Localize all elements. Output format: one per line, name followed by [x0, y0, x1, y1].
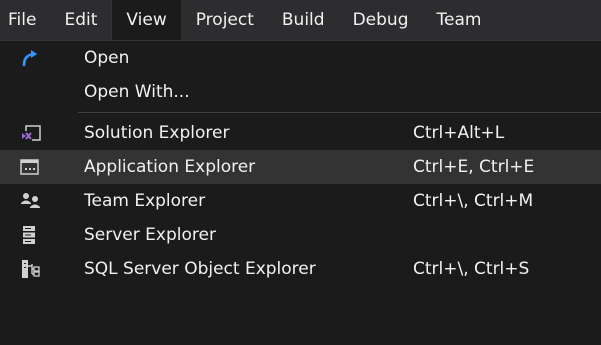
team-explorer-icon [20, 184, 60, 218]
menu-item-open[interactable]: Open [0, 41, 601, 75]
menu-project[interactable]: Project [182, 0, 268, 40]
menu-item-solution-explorer[interactable]: Solution Explorer Ctrl+Alt+L [0, 116, 601, 150]
menu-item-label: Team Explorer [84, 191, 206, 211]
menu-item-label: Open With... [84, 82, 190, 102]
menu-item-application-explorer[interactable]: Application Explorer Ctrl+E, Ctrl+E [0, 150, 601, 184]
menu-item-team-explorer[interactable]: Team Explorer Ctrl+\, Ctrl+M [0, 184, 601, 218]
menu-item-label: Solution Explorer [84, 123, 230, 143]
menu-debug[interactable]: Debug [339, 0, 423, 40]
menu-build[interactable]: Build [268, 0, 339, 40]
menu-bar: File Edit View Project Build Debug Team [0, 0, 601, 40]
menu-separator [78, 112, 601, 113]
menu-item-sql-server-object-explorer[interactable]: SQL Server Object Explorer Ctrl+\, Ctrl+… [0, 252, 601, 286]
server-explorer-icon [20, 218, 60, 252]
menu-item-label: Open [84, 48, 130, 68]
menu-item-server-explorer[interactable]: Server Explorer [0, 218, 601, 252]
menu-edit[interactable]: Edit [50, 0, 111, 40]
menu-item-label: SQL Server Object Explorer [84, 259, 316, 279]
menu-item-shortcut: Ctrl+\, Ctrl+S [413, 259, 530, 279]
menu-item-shortcut: Ctrl+\, Ctrl+M [413, 191, 534, 211]
menu-item-label: Server Explorer [84, 225, 216, 245]
menu-item-open-with[interactable]: Open With... [0, 75, 601, 109]
menu-team[interactable]: Team [422, 0, 495, 40]
menu-view[interactable]: View [111, 0, 182, 40]
menu-file[interactable]: File [0, 0, 50, 40]
sql-server-object-explorer-icon [20, 252, 60, 286]
view-menu-dropdown: Open Open With... Solution Explorer Ctrl… [0, 40, 601, 345]
menu-item-shortcut: Ctrl+Alt+L [413, 123, 505, 143]
application-explorer-icon [20, 150, 60, 184]
redo-arrow-icon [20, 41, 60, 75]
solution-explorer-icon [20, 116, 60, 150]
menu-item-shortcut: Ctrl+E, Ctrl+E [413, 157, 535, 177]
menu-item-label: Application Explorer [84, 157, 256, 177]
